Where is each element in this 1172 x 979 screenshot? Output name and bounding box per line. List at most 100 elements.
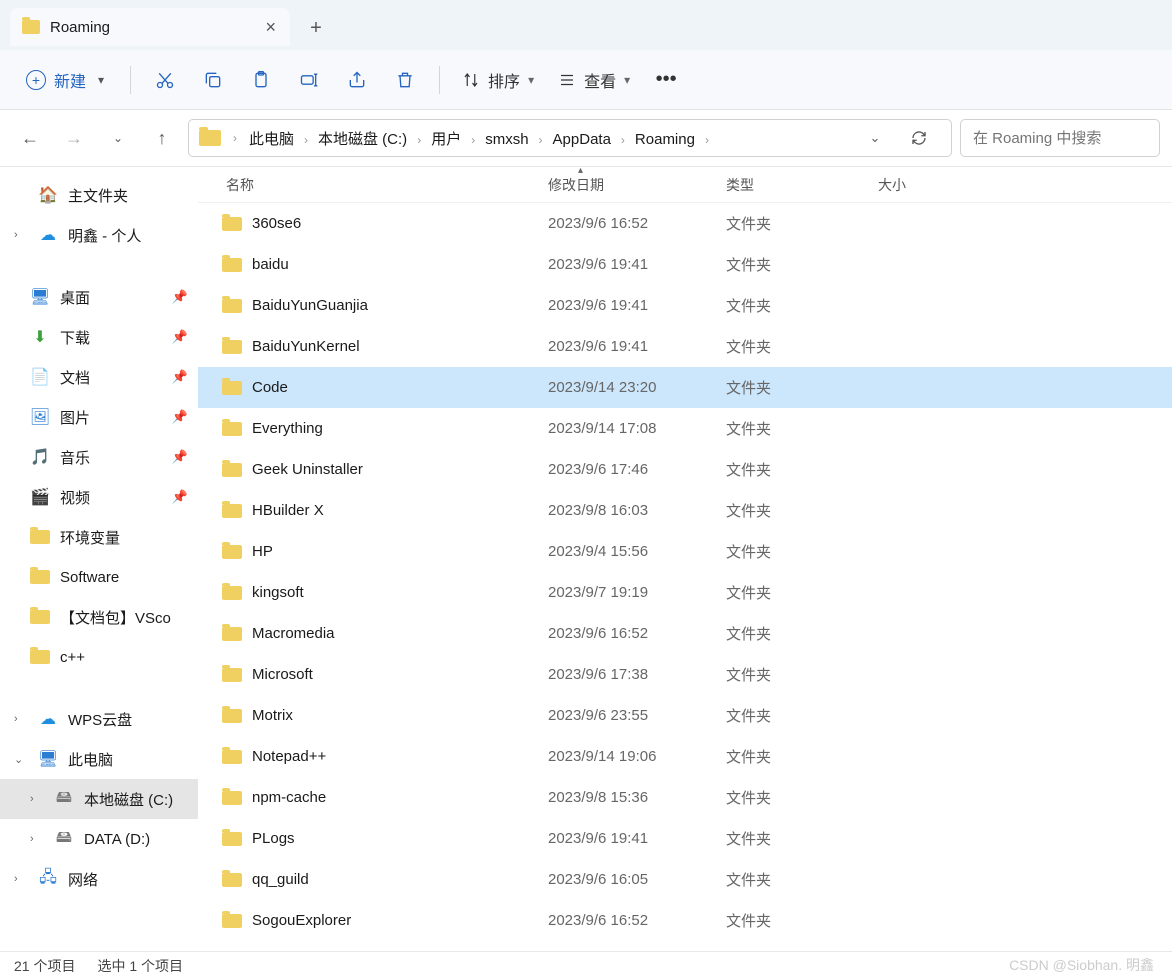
sidebar-item-quick[interactable]: c++ <box>0 637 198 677</box>
table-row[interactable]: BaiduYunKernel 2023/9/6 19:41 文件夹 <box>198 326 1172 367</box>
watermark: CSDN @Siobhan. 明鑫 <box>1009 955 1154 975</box>
new-button[interactable]: + 新建 ▾ <box>12 60 118 100</box>
table-row[interactable]: baidu 2023/9/6 19:41 文件夹 <box>198 244 1172 285</box>
recent-button[interactable]: ⌄ <box>100 120 136 156</box>
header-name[interactable]: 名称▴ <box>222 175 548 195</box>
file-name: Geek Uninstaller <box>252 461 363 478</box>
header-type[interactable]: 类型 <box>726 175 878 195</box>
breadcrumb-item[interactable]: 此电脑 <box>243 127 300 152</box>
view-button[interactable]: 查看 ▾ <box>548 68 640 92</box>
disk-icon: 🖴 <box>54 790 74 808</box>
table-row[interactable]: Motrix 2023/9/6 23:55 文件夹 <box>198 695 1172 736</box>
sidebar-item-network[interactable]: › 🖧 网络 <box>0 859 198 899</box>
sidebar-item-home[interactable]: 🏠 主文件夹 <box>0 175 198 215</box>
table-row[interactable]: npm-cache 2023/9/8 15:36 文件夹 <box>198 777 1172 818</box>
cut-icon[interactable] <box>143 58 187 102</box>
back-button[interactable]: ← <box>12 120 48 156</box>
sidebar-item-label: 此电脑 <box>68 749 113 770</box>
delete-icon[interactable] <box>383 58 427 102</box>
cell-name: Macromedia <box>222 625 548 642</box>
table-row[interactable]: Everything 2023/9/14 17:08 文件夹 <box>198 408 1172 449</box>
folder-icon <box>199 130 221 146</box>
copy-icon[interactable] <box>191 58 235 102</box>
cell-name: Code <box>222 379 548 396</box>
chevron-right-icon[interactable]: › <box>30 833 44 845</box>
sidebar-item-wps[interactable]: › ☁ WPS云盘 <box>0 699 198 739</box>
sidebar-item-quick[interactable]: ⬇ 下载 📌 <box>0 317 198 357</box>
sidebar-item-label: 主文件夹 <box>68 185 128 206</box>
table-row[interactable]: Code 2023/9/14 23:20 文件夹 <box>198 367 1172 408</box>
cell-type: 文件夹 <box>726 746 878 767</box>
tab-roaming[interactable]: Roaming × <box>10 8 290 46</box>
cell-date: 2023/9/6 17:46 <box>548 461 726 478</box>
breadcrumb-item[interactable]: smxsh <box>479 127 534 152</box>
table-row[interactable]: 360se6 2023/9/6 16:52 文件夹 <box>198 203 1172 244</box>
refresh-button[interactable] <box>901 120 937 156</box>
sidebar-item-quick[interactable]: 🎵 音乐 📌 <box>0 437 198 477</box>
folder-icon <box>222 873 242 887</box>
breadcrumb-item[interactable]: AppData <box>547 127 617 152</box>
sort-button[interactable]: 排序 ▾ <box>452 68 544 92</box>
cell-type: 文件夹 <box>726 500 878 521</box>
up-button[interactable]: ↑ <box>144 120 180 156</box>
sidebar-item-onedrive[interactable]: › ☁ 明鑫 - 个人 <box>0 215 198 255</box>
paste-icon[interactable] <box>239 58 283 102</box>
breadcrumb-item[interactable]: Roaming <box>629 127 701 152</box>
sort-label: 排序 <box>488 68 520 92</box>
table-row[interactable]: Macromedia 2023/9/6 16:52 文件夹 <box>198 613 1172 654</box>
search-input[interactable] <box>960 119 1160 157</box>
table-row[interactable]: Geek Uninstaller 2023/9/6 17:46 文件夹 <box>198 449 1172 490</box>
chevron-down-icon[interactable]: ⌄ <box>857 120 893 156</box>
table-row[interactable]: kingsoft 2023/9/7 19:19 文件夹 <box>198 572 1172 613</box>
chevron-right-icon[interactable]: › <box>30 793 44 805</box>
table-row[interactable]: qq_guild 2023/9/6 16:05 文件夹 <box>198 859 1172 900</box>
more-button[interactable]: ••• <box>644 58 688 102</box>
sidebar-item-quick[interactable]: 环境变量 <box>0 517 198 557</box>
share-icon[interactable] <box>335 58 379 102</box>
cell-name: BaiduYunKernel <box>222 338 548 355</box>
forward-button[interactable]: → <box>56 120 92 156</box>
chevron-right-icon[interactable]: › <box>14 229 28 241</box>
table-row[interactable]: PLogs 2023/9/6 19:41 文件夹 <box>198 818 1172 859</box>
sidebar-item-thispc[interactable]: ⌄ 🖥 此电脑 <box>0 739 198 779</box>
header-date[interactable]: 修改日期 <box>548 175 726 195</box>
chevron-down-icon[interactable]: ⌄ <box>14 753 28 766</box>
sidebar-item-label: 下载 <box>60 327 90 348</box>
sidebar-item-label: 明鑫 - 个人 <box>68 225 141 246</box>
breadcrumb-item[interactable]: 本地磁盘 (C:) <box>312 127 413 152</box>
new-tab-button[interactable]: + <box>298 10 334 46</box>
quick-icon: 🖼 <box>30 408 50 426</box>
sidebar: 🏠 主文件夹 › ☁ 明鑫 - 个人 🖥 桌面 📌 ⬇ 下载 📌 📄 文档 📌 … <box>0 167 198 951</box>
rename-icon[interactable] <box>287 58 331 102</box>
table-row[interactable]: Notepad++ 2023/9/14 19:06 文件夹 <box>198 736 1172 777</box>
cell-type: 文件夹 <box>726 828 878 849</box>
sidebar-item-quick[interactable]: Software <box>0 557 198 597</box>
table-row[interactable]: SogouExplorer 2023/9/6 16:52 文件夹 <box>198 900 1172 941</box>
table-row[interactable]: Microsoft 2023/9/6 17:38 文件夹 <box>198 654 1172 695</box>
sidebar-item-quick[interactable]: 【文档包】VSco <box>0 597 198 637</box>
sidebar-item-quick[interactable]: 🎬 视频 📌 <box>0 477 198 517</box>
sidebar-item-quick[interactable]: 🖼 图片 📌 <box>0 397 198 437</box>
sidebar-item-quick[interactable]: 🖥 桌面 📌 <box>0 277 198 317</box>
cell-name: Motrix <box>222 707 548 724</box>
breadcrumb-item[interactable]: 用户 <box>425 127 467 152</box>
sort-asc-icon: ▴ <box>578 167 583 176</box>
table-row[interactable]: BaiduYunGuanjia 2023/9/6 19:41 文件夹 <box>198 285 1172 326</box>
table-row[interactable]: HP 2023/9/4 15:56 文件夹 <box>198 531 1172 572</box>
sidebar-item-quick[interactable]: 📄 文档 📌 <box>0 357 198 397</box>
table-row[interactable]: HBuilder X 2023/9/8 16:03 文件夹 <box>198 490 1172 531</box>
file-list[interactable]: 名称▴ 修改日期 类型 大小 360se6 2023/9/6 16:52 文件夹… <box>198 167 1172 951</box>
breadcrumb[interactable]: › 此电脑›本地磁盘 (C:)›用户›smxsh›AppData›Roaming… <box>188 119 952 157</box>
cell-date: 2023/9/14 23:20 <box>548 379 726 396</box>
sidebar-item-drive[interactable]: › 🖴 DATA (D:) <box>0 819 198 859</box>
sidebar-item-label: 环境变量 <box>60 527 120 548</box>
view-icon <box>558 71 576 89</box>
sidebar-item-drive[interactable]: › 🖴 本地磁盘 (C:) <box>0 779 198 819</box>
cell-type: 文件夹 <box>726 541 878 562</box>
chevron-right-icon[interactable]: › <box>14 713 28 725</box>
sidebar-item-label: c++ <box>60 649 85 666</box>
pin-icon: 📌 <box>172 369 188 385</box>
header-size[interactable]: 大小 <box>878 175 978 195</box>
chevron-right-icon[interactable]: › <box>14 873 28 885</box>
close-icon[interactable]: × <box>265 17 276 38</box>
